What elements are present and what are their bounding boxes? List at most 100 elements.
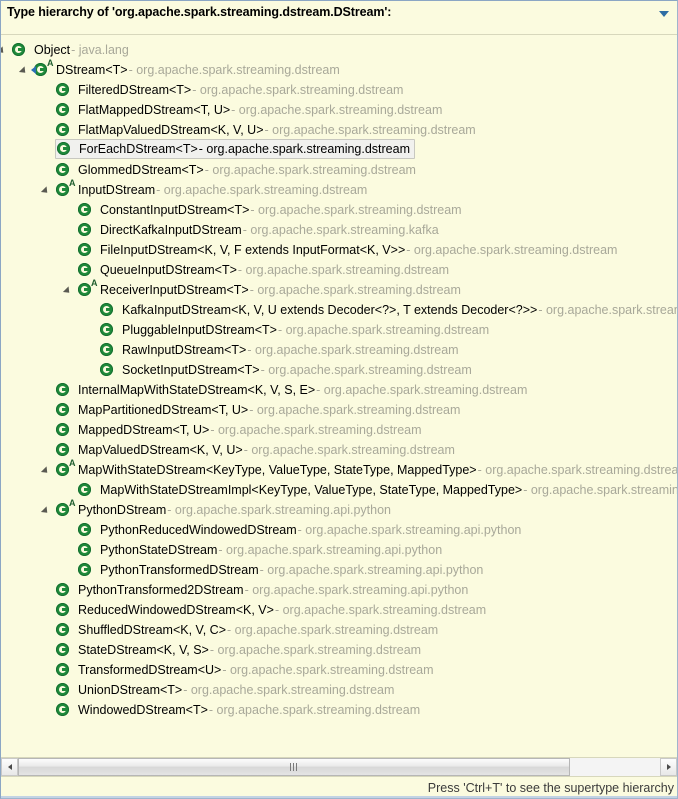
tree-row-content[interactable]: GlommedDStream<T> - org.apache.spark.str… [55, 160, 420, 180]
tree-row[interactable]: ReducedWindowedDStream<K, V> - org.apach… [1, 600, 677, 620]
tree-row[interactable]: A PythonDStream - org.apache.spark.stream… [1, 499, 677, 520]
tree-row-content[interactable]: Object - java.lang [11, 40, 133, 60]
tree-row[interactable]: InternalMapWithStateDStream<K, V, S, E> … [1, 380, 677, 400]
horizontal-scrollbar[interactable] [1, 757, 677, 776]
tree-row-content[interactable]: A ReceiverInputDStream<T> - org.apache.sp… [77, 279, 465, 300]
class-icon [77, 242, 93, 258]
tree-row[interactable]: Object - java.lang [1, 40, 677, 60]
package-name: - org.apache.spark.streaming.dstream [192, 83, 404, 97]
class-icon [11, 42, 27, 58]
class-icon [99, 362, 115, 378]
tree-row[interactable]: WindowedDStream<T> - org.apache.spark.st… [1, 700, 677, 720]
tree-row-content[interactable]: A MapWithStateDStream<KeyType, ValueType,… [55, 459, 677, 480]
scrollbar-track[interactable] [18, 758, 660, 776]
expand-collapse-arrow-icon[interactable] [19, 60, 31, 80]
expand-collapse-arrow-icon[interactable] [41, 180, 53, 200]
tree-row[interactable]: MapPartitionedDStream<T, U> - org.apache… [1, 400, 677, 420]
class-icon [55, 82, 71, 98]
tree-row-content[interactable]: ForEachDStream<T> - org.apache.spark.str… [55, 139, 416, 159]
tree-row-content[interactable]: PythonStateDStream - org.apache.spark.st… [77, 540, 446, 560]
tree-row-content[interactable]: UnionDStream<T> - org.apache.spark.strea… [55, 680, 398, 700]
scrollbar-thumb[interactable] [18, 758, 571, 776]
package-name: - org.apache.spark.streaming.dstream [210, 423, 422, 437]
class-icon [99, 322, 115, 338]
tree-row-content[interactable]: InternalMapWithStateDStream<K, V, S, E> … [55, 380, 531, 400]
tree-row[interactable]: DirectKafkaInputDStream - org.apache.spa… [1, 220, 677, 240]
tree-row-content[interactable]: FilteredDStream<T> - org.apache.spark.st… [55, 80, 407, 100]
tree-row-content[interactable]: ReducedWindowedDStream<K, V> - org.apach… [55, 600, 490, 620]
tree-row[interactable]: ShuffledDStream<K, V, C> - org.apache.sp… [1, 620, 677, 640]
package-name: - org.apache.spark.streaming.api.python [244, 583, 469, 597]
tree-row-content[interactable]: PythonTransformed2DStream - org.apache.s… [55, 580, 472, 600]
tree-row[interactable]: FlatMapValuedDStream<K, V, U> - org.apac… [1, 120, 677, 140]
type-name: RawInputDStream<T> [122, 343, 247, 357]
tree-row[interactable]: FlatMappedDStream<T, U> - org.apache.spa… [1, 100, 677, 120]
tree-row[interactable]: FilteredDStream<T> - org.apache.spark.st… [1, 80, 677, 100]
tree-row[interactable]: TransformedDStream<U> - org.apache.spark… [1, 660, 677, 680]
tree-row[interactable]: SocketInputDStream<T> - org.apache.spark… [1, 360, 677, 380]
tree-row[interactable]: RawInputDStream<T> - org.apache.spark.st… [1, 340, 677, 360]
view-header: Type hierarchy of 'org.apache.spark.stre… [1, 1, 677, 35]
tree-row-content[interactable]: PythonTransformedDStream - org.apache.sp… [77, 560, 487, 580]
tree-row-content[interactable]: DirectKafkaInputDStream - org.apache.spa… [77, 220, 443, 240]
tree-row[interactable]: ForEachDStream<T> - org.apache.spark.str… [1, 139, 677, 160]
tree-row-content[interactable]: PythonReducedWindowedDStream - org.apach… [77, 520, 525, 540]
tree-row-content[interactable]: FileInputDStream<K, V, F extends InputFo… [77, 240, 621, 260]
tree-row-content[interactable]: PluggableInputDStream<T> - org.apache.sp… [99, 320, 493, 340]
tree-row-content[interactable]: StateDStream<K, V, S> - org.apache.spark… [55, 640, 425, 660]
tree-row[interactable]: MapValuedDStream<K, V, U> - org.apache.s… [1, 440, 677, 460]
expand-collapse-arrow-icon[interactable] [41, 460, 53, 480]
tree-row-content[interactable]: MapValuedDStream<K, V, U> - org.apache.s… [55, 440, 459, 460]
tree-row-content[interactable]: SocketInputDStream<T> - org.apache.spark… [99, 360, 476, 380]
tree-row[interactable]: PythonReducedWindowedDStream - org.apach… [1, 520, 677, 540]
class-icon [55, 382, 71, 398]
tree-row[interactable]: UnionDStream<T> - org.apache.spark.strea… [1, 680, 677, 700]
expand-collapse-arrow-icon[interactable] [41, 500, 53, 520]
tree-row-content[interactable]: FlatMapValuedDStream<K, V, U> - org.apac… [55, 120, 480, 140]
tree-row[interactable]: A ReceiverInputDStream<T> - org.apache.sp… [1, 279, 677, 300]
tree-row[interactable]: GlommedDStream<T> - org.apache.spark.str… [1, 160, 677, 180]
tree-row[interactable]: A MapWithStateDStream<KeyType, ValueType,… [1, 459, 677, 480]
tree-row-content[interactable]: A DStream<T> - org.apache.spark.streaming… [31, 59, 344, 80]
chevron-down-icon[interactable] [659, 11, 669, 17]
tree-row[interactable]: A DStream<T> - org.apache.spark.streaming… [1, 59, 677, 80]
expand-collapse-arrow-icon[interactable] [1, 40, 9, 60]
tree-row-content[interactable]: MapPartitionedDStream<T, U> - org.apache… [55, 400, 464, 420]
tree-row-content[interactable]: TransformedDStream<U> - org.apache.spark… [55, 660, 438, 680]
type-hierarchy-tree[interactable]: Object - java.lang A DStream<T> - org.apac… [1, 35, 677, 757]
tree-row-content[interactable]: QueueInputDStream<T> - org.apache.spark.… [77, 260, 453, 280]
tree-row-content[interactable]: A InputDStream - org.apache.spark.streami… [55, 179, 371, 200]
tree-row[interactable]: MappedDStream<T, U> - org.apache.spark.s… [1, 420, 677, 440]
package-name: - org.apache.spark.streaming.api.python [259, 563, 484, 577]
tree-row[interactable]: ConstantInputDStream<T> - org.apache.spa… [1, 200, 677, 220]
expand-collapse-arrow-icon[interactable] [63, 280, 75, 300]
tree-row-content[interactable]: ShuffledDStream<K, V, C> - org.apache.sp… [55, 620, 442, 640]
tree-row[interactable]: PythonTransformed2DStream - org.apache.s… [1, 580, 677, 600]
tree-row[interactable]: PythonStateDStream - org.apache.spark.st… [1, 540, 677, 560]
tree-row-content[interactable]: MapWithStateDStreamImpl<KeyType, ValueTy… [77, 480, 677, 500]
type-name: ForEachDStream<T> [79, 142, 198, 156]
tree-row-content[interactable]: KafkaInputDStream<K, V, U extends Decode… [99, 300, 677, 320]
tree-row-content[interactable]: RawInputDStream<T> - org.apache.spark.st… [99, 340, 463, 360]
type-name: WindowedDStream<T> [78, 703, 208, 717]
type-name: ReceiverInputDStream<T> [100, 283, 249, 297]
tree-row[interactable]: PythonTransformedDStream - org.apache.sp… [1, 560, 677, 580]
tree-row[interactable]: FileInputDStream<K, V, F extends InputFo… [1, 240, 677, 260]
tree-row[interactable]: KafkaInputDStream<K, V, U extends Decode… [1, 300, 677, 320]
tree-row[interactable]: A InputDStream - org.apache.spark.streami… [1, 179, 677, 200]
tree-row[interactable]: MapWithStateDStreamImpl<KeyType, ValueTy… [1, 480, 677, 500]
class-icon [55, 122, 71, 138]
tree-row-content[interactable]: MappedDStream<T, U> - org.apache.spark.s… [55, 420, 426, 440]
tree-row-content[interactable]: WindowedDStream<T> - org.apache.spark.st… [55, 700, 424, 720]
arrow-left-icon[interactable] [1, 758, 18, 776]
type-name: GlommedDStream<T> [78, 163, 204, 177]
class-icon [77, 562, 93, 578]
arrow-right-icon[interactable] [660, 758, 677, 776]
tree-row[interactable]: PluggableInputDStream<T> - org.apache.sp… [1, 320, 677, 340]
tree-row[interactable]: StateDStream<K, V, S> - org.apache.spark… [1, 640, 677, 660]
tree-row-content[interactable]: A PythonDStream - org.apache.spark.stream… [55, 499, 395, 520]
tree-row-content[interactable]: ConstantInputDStream<T> - org.apache.spa… [77, 200, 466, 220]
class-icon [99, 302, 115, 318]
tree-row-content[interactable]: FlatMappedDStream<T, U> - org.apache.spa… [55, 100, 446, 120]
tree-row[interactable]: QueueInputDStream<T> - org.apache.spark.… [1, 260, 677, 280]
